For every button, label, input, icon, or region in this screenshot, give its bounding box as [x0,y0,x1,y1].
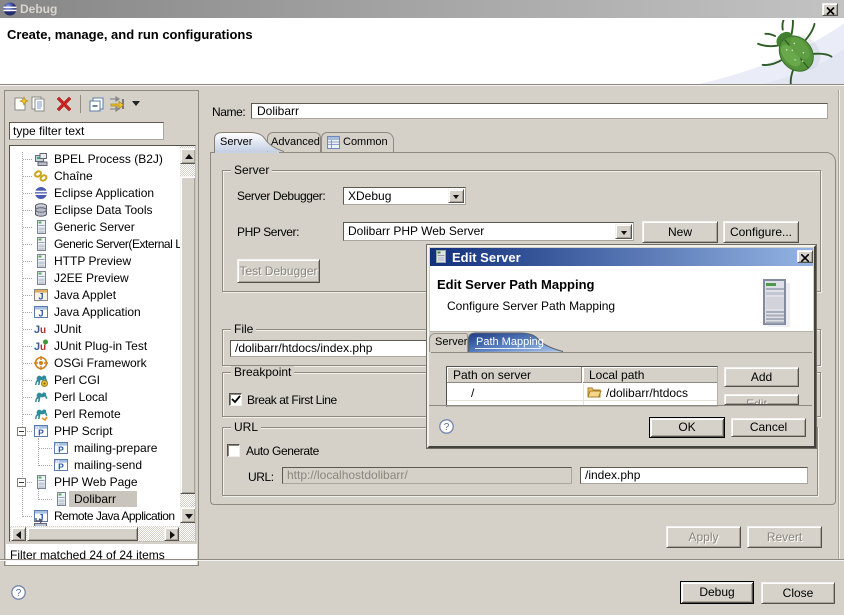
svg-text:u: u [40,325,46,336]
svg-text:?: ? [16,588,22,599]
svg-text:J: J [38,292,43,302]
svg-text:?: ? [444,422,450,433]
